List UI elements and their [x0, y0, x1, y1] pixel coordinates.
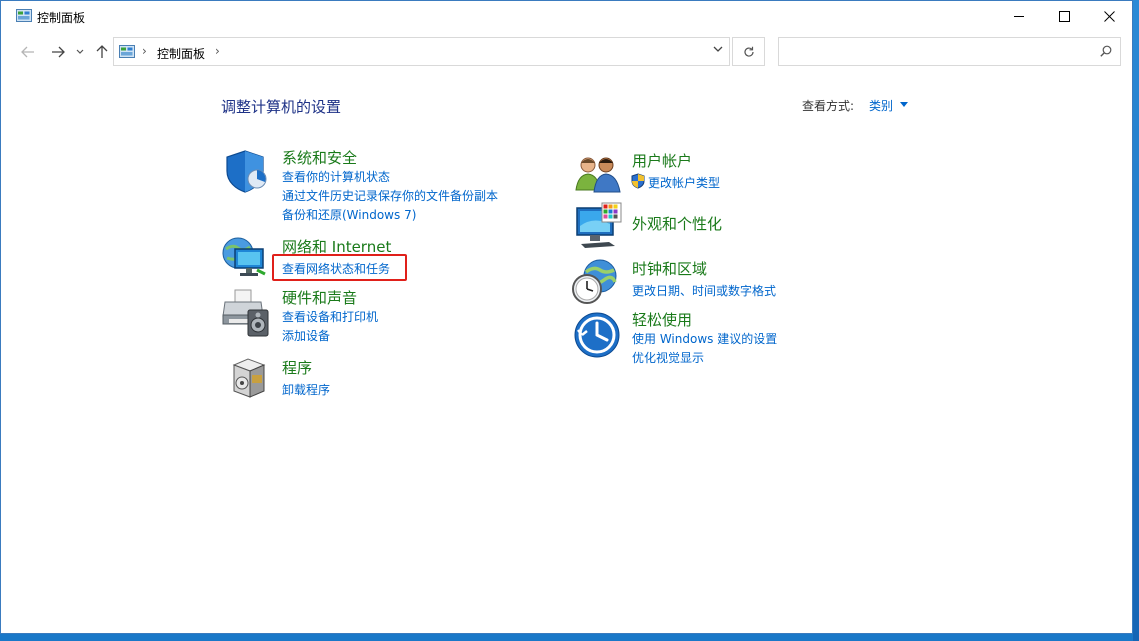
link-backup-restore[interactable]: 备份和还原(Windows 7): [282, 206, 416, 223]
page-title: 调整计算机的设置: [221, 98, 342, 116]
close-icon: [1103, 11, 1115, 22]
arrow-right-icon: [52, 46, 65, 58]
category-programs[interactable]: 程序: [282, 357, 312, 378]
category-appearance-personalization[interactable]: 外观和个性化: [632, 213, 722, 234]
category-ease-of-access[interactable]: 轻松使用: [632, 309, 692, 330]
monitor-palette-icon[interactable]: [575, 202, 623, 250]
navigation-bar: › 控制面板 ›: [1, 32, 1132, 72]
category-system-security[interactable]: 系统和安全: [282, 147, 357, 168]
view-by-dropdown[interactable]: 类别: [869, 97, 893, 114]
category-clock-region[interactable]: 时钟和区域: [632, 258, 707, 279]
breadcrumb-separator[interactable]: ›: [142, 44, 147, 58]
chevron-down-icon: [76, 49, 84, 54]
highlight-box: [272, 254, 407, 281]
ease-of-access-icon[interactable]: [574, 312, 620, 358]
network-globe-icon[interactable]: [221, 234, 269, 280]
category-user-accounts[interactable]: 用户帐户: [632, 150, 692, 171]
category-hardware-sound[interactable]: 硬件和声音: [282, 287, 357, 308]
refresh-icon: [743, 46, 754, 57]
link-windows-recommended-settings[interactable]: 使用 Windows 建议的设置: [632, 330, 777, 347]
dropdown-arrow-icon[interactable]: [900, 102, 908, 107]
uac-shield-icon: [631, 173, 645, 189]
title-bar: 控制面板: [1, 1, 1132, 32]
refresh-button[interactable]: [732, 37, 765, 66]
link-uninstall-program[interactable]: 卸载程序: [282, 381, 330, 398]
breadcrumb-control-panel[interactable]: 控制面板: [157, 45, 205, 62]
window-title: 控制面板: [37, 11, 86, 25]
forward-button[interactable]: [48, 42, 68, 62]
desktop-background: [1133, 0, 1139, 641]
arrow-up-icon: [96, 45, 108, 58]
globe-clock-icon[interactable]: [572, 258, 620, 306]
link-view-devices-printers[interactable]: 查看设备和打印机: [282, 308, 378, 325]
link-file-history-backup[interactable]: 通过文件历史记录保存你的文件备份副本: [282, 187, 498, 204]
breadcrumb-separator[interactable]: ›: [215, 44, 220, 58]
close-button[interactable]: [1086, 1, 1132, 32]
link-change-account-type[interactable]: 更改帐户类型: [648, 174, 720, 191]
search-box[interactable]: [778, 37, 1121, 66]
programs-box-icon[interactable]: [228, 355, 268, 401]
minimize-icon: [1013, 16, 1024, 17]
control-panel-icon: [119, 45, 135, 58]
control-panel-icon: [16, 9, 32, 22]
recent-locations-button[interactable]: [72, 42, 88, 62]
arrow-left-icon: [21, 46, 34, 58]
chevron-down-icon[interactable]: [713, 46, 723, 53]
view-by-label: 查看方式:: [802, 99, 855, 113]
shield-icon[interactable]: [223, 148, 269, 194]
link-view-computer-status[interactable]: 查看你的计算机状态: [282, 168, 390, 185]
link-change-date-time-format[interactable]: 更改日期、时间或数字格式: [632, 282, 776, 299]
printer-speaker-icon[interactable]: [221, 288, 271, 338]
link-add-device[interactable]: 添加设备: [282, 327, 330, 344]
user-accounts-icon[interactable]: [575, 153, 621, 193]
maximize-button[interactable]: [1041, 1, 1087, 32]
search-input[interactable]: [785, 42, 1089, 63]
control-panel-window: 控制面板 › 控制面板 › 调整计算机的设置 查看方式: 类别 系统和安全 查看…: [0, 0, 1133, 634]
address-bar[interactable]: › 控制面板 ›: [113, 37, 730, 66]
minimize-button[interactable]: [996, 1, 1042, 32]
search-icon[interactable]: [1100, 45, 1112, 57]
link-optimize-visual-display[interactable]: 优化视觉显示: [632, 349, 704, 366]
maximize-icon: [1058, 11, 1070, 22]
up-button[interactable]: [92, 42, 112, 62]
back-button[interactable]: [18, 42, 38, 62]
